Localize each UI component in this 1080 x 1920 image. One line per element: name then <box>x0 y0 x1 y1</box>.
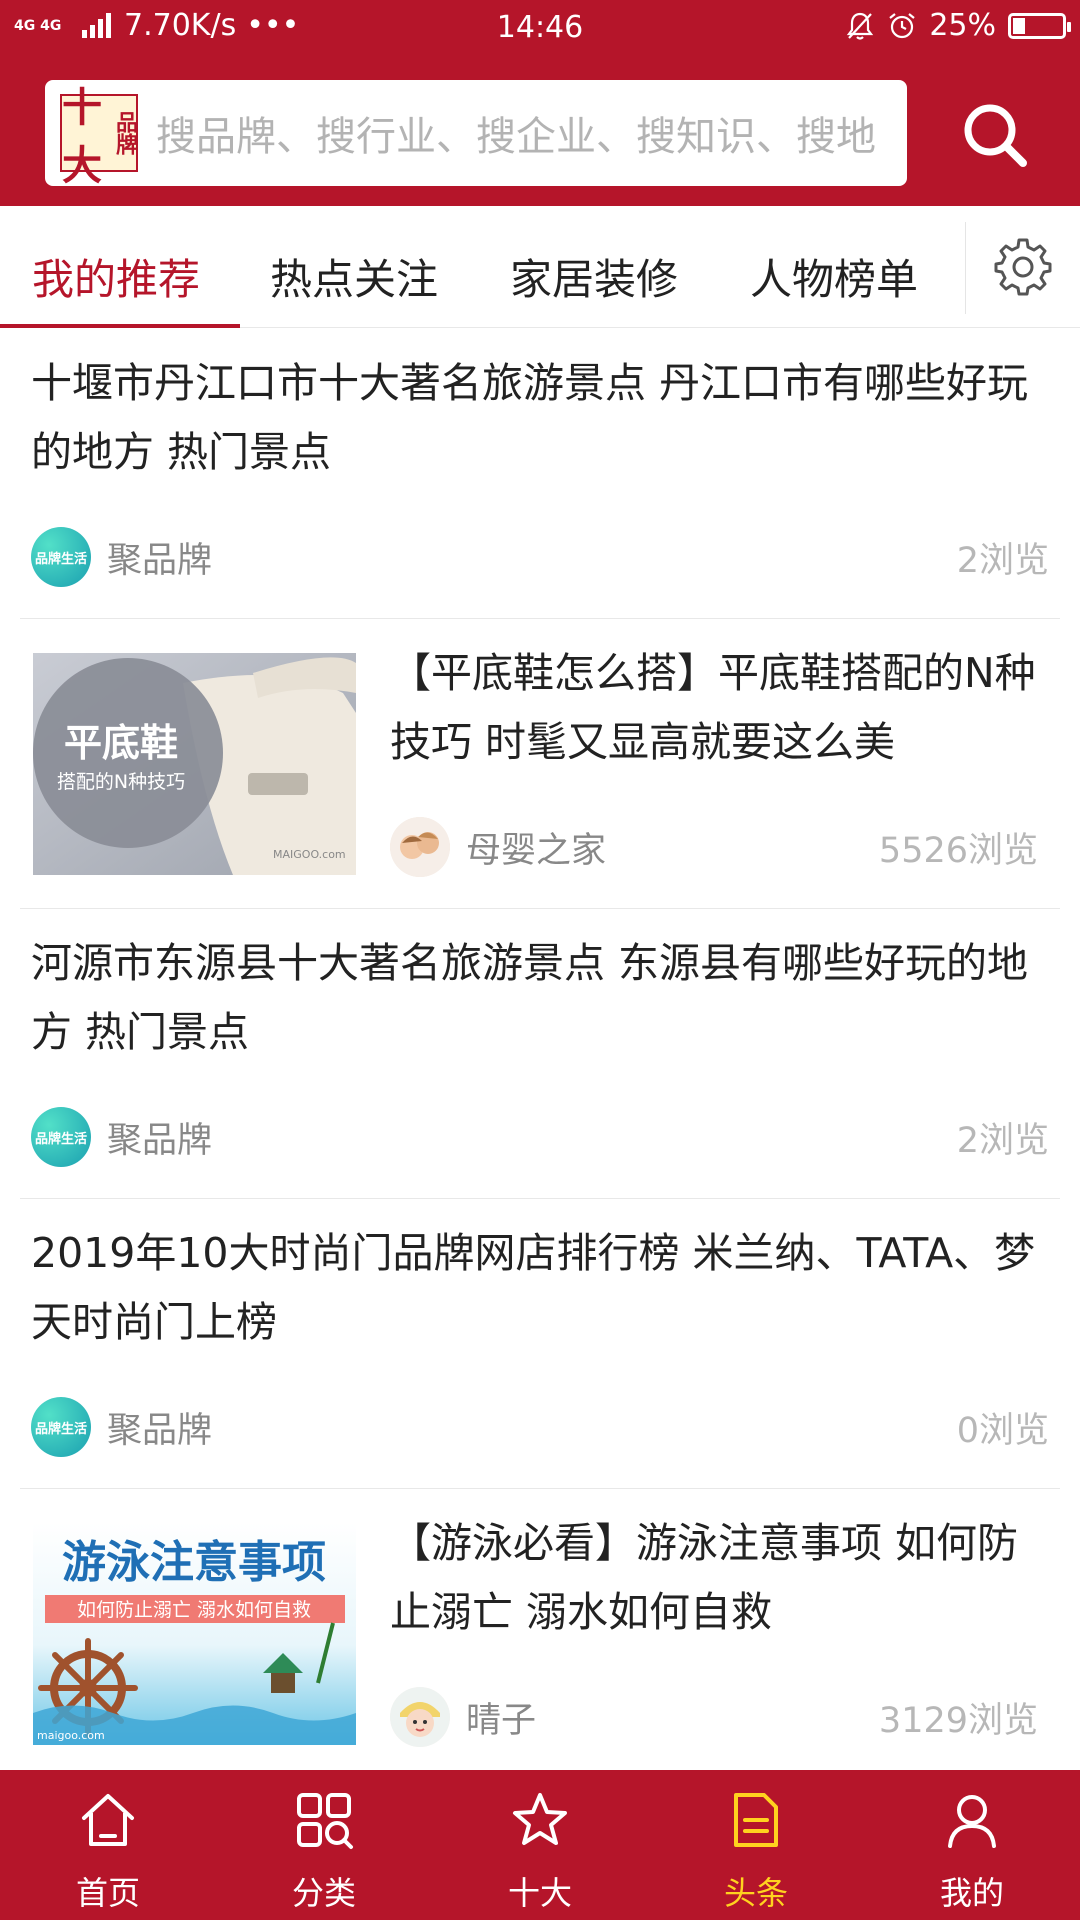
star-icon <box>513 1793 567 1845</box>
feed-item[interactable]: 平底鞋 搭配的N种技巧 MAIGOO.com 【平底鞋怎么搭】平底鞋搭配的N种技… <box>20 619 1060 909</box>
source-name[interactable]: 聚品牌 <box>107 532 212 583</box>
search-icon[interactable] <box>955 95 1035 175</box>
battery-percent: 25% <box>929 8 996 43</box>
news-feed: 十堰市丹江口市十大著名旅游景点 丹江口市有哪些好玩的地方 热门景点 品牌生活 聚… <box>0 329 1080 1779</box>
bottom-navigation: 首页 分类 十大 头条 我的 <box>0 1770 1080 1920</box>
app-header: 4G 4G 7.70K/s ••• 14:46 25% 十大 品牌 搜品牌、搜行… <box>0 0 1080 206</box>
search-bar[interactable]: 十大 品牌 搜品牌、搜行业、搜企业、搜知识、搜地 <box>45 80 907 186</box>
alarm-icon <box>889 12 915 38</box>
logo-sub-text: 品牌 <box>112 111 138 155</box>
nav-profile[interactable]: 我的 <box>864 1770 1080 1920</box>
feed-item-meta: 品牌生活 聚品牌 2浏览 <box>31 1107 1049 1167</box>
active-tab-indicator <box>0 324 240 328</box>
feed-item-title[interactable]: 【平底鞋怎么搭】平底鞋搭配的N种技巧 时髦又显高就要这么美 <box>390 639 1040 777</box>
nav-label: 我的 <box>939 1874 1004 1912</box>
shoe-thumbnail[interactable]: 平底鞋 搭配的N种技巧 MAIGOO.com <box>33 653 356 875</box>
feed-item-meta: 品牌生活 聚品牌 2浏览 <box>31 527 1049 587</box>
mute-bell-icon <box>847 12 874 40</box>
tab-home-decor[interactable]: 家居装修 <box>510 246 678 307</box>
brand-logo: 十大 品牌 <box>60 84 138 186</box>
category-icon <box>297 1793 353 1849</box>
thumb-watermark: MAIGOO.com <box>273 848 346 861</box>
nav-headlines[interactable]: 头条 <box>648 1770 864 1920</box>
thumb-subtitle: 搭配的N种技巧 <box>57 771 185 793</box>
feed-item[interactable]: 游泳注意事项 如何防止溺亡 溺水如何自救 maigoo.com 【游泳必看】游泳… <box>20 1489 1060 1779</box>
search-input[interactable]: 搜品牌、搜行业、搜企业、搜知识、搜地 <box>156 104 896 162</box>
tab-divider <box>965 222 966 314</box>
feed-item[interactable]: 河源市东源县十大著名旅游景点 东源县有哪些好玩的地方 热门景点 品牌生活 聚品牌… <box>20 909 1060 1199</box>
feed-item-title[interactable]: 十堰市丹江口市十大著名旅游景点 丹江口市有哪些好玩的地方 热门景点 <box>31 349 1041 487</box>
nav-home[interactable]: 首页 <box>0 1770 216 1920</box>
home-icon <box>82 1794 134 1846</box>
view-count: 5526浏览 <box>878 830 1038 871</box>
nav-top10[interactable]: 十大 <box>432 1770 648 1920</box>
logo-main-text: 十大 <box>62 84 102 186</box>
thumb-watermark: maigoo.com <box>37 1729 105 1742</box>
feed-item-title[interactable]: 【游泳必看】游泳注意事项 如何防止溺亡 溺水如何自救 <box>390 1509 1040 1647</box>
nav-label: 头条 <box>723 1874 788 1912</box>
tab-my-recommend[interactable]: 我的推荐 <box>32 246 200 307</box>
view-count: 2浏览 <box>956 540 1049 581</box>
feed-item[interactable]: 十堰市丹江口市十大著名旅游景点 丹江口市有哪些好玩的地方 热门景点 品牌生活 聚… <box>20 329 1060 619</box>
source-name[interactable]: 母婴之家 <box>466 822 606 873</box>
thumb-subtitle: 如何防止溺亡 溺水如何自救 <box>77 1599 311 1621</box>
source-avatar[interactable] <box>390 1687 450 1747</box>
feed-item-meta: 母婴之家 5526浏览 <box>390 817 1038 877</box>
source-avatar[interactable]: 品牌生活 <box>31 527 91 587</box>
source-name[interactable]: 聚品牌 <box>107 1402 212 1453</box>
nav-label: 分类 <box>291 1874 356 1912</box>
nav-label: 首页 <box>75 1874 140 1912</box>
swimming-thumbnail[interactable]: 游泳注意事项 如何防止溺亡 溺水如何自救 maigoo.com <box>33 1523 356 1745</box>
source-avatar[interactable] <box>390 817 450 877</box>
profile-icon <box>948 1795 996 1848</box>
view-count: 2浏览 <box>956 1120 1049 1161</box>
nav-label: 十大 <box>507 1874 572 1912</box>
source-name[interactable]: 聚品牌 <box>107 1112 212 1163</box>
view-count: 0浏览 <box>956 1410 1049 1451</box>
feed-item-title[interactable]: 河源市东源县十大著名旅游景点 东源县有哪些好玩的地方 热门景点 <box>31 929 1041 1067</box>
gear-icon[interactable] <box>992 236 1054 298</box>
source-avatar[interactable]: 品牌生活 <box>31 1397 91 1457</box>
status-bar: 4G 4G 7.70K/s ••• 14:46 25% <box>0 0 1080 58</box>
feed-item-title[interactable]: 2019年10大时尚门品牌网店排行榜 米兰纳、TATA、梦天时尚门上榜 <box>31 1219 1041 1357</box>
tab-people-ranking[interactable]: 人物榜单 <box>750 246 918 307</box>
thumb-title: 平底鞋 <box>64 720 178 765</box>
news-icon <box>734 1793 778 1847</box>
feed-item[interactable]: 2019年10大时尚门品牌网店排行榜 米兰纳、TATA、梦天时尚门上榜 品牌生活… <box>20 1199 1060 1489</box>
feed-item-meta: 晴子 3129浏览 <box>390 1687 1038 1747</box>
tab-hot-topics[interactable]: 热点关注 <box>270 246 438 307</box>
category-tabs: 我的推荐 热点关注 家居装修 人物榜单 <box>0 206 1080 328</box>
view-count: 3129浏览 <box>878 1700 1038 1741</box>
source-avatar[interactable]: 品牌生活 <box>31 1107 91 1167</box>
feed-item-meta: 品牌生活 聚品牌 0浏览 <box>31 1397 1049 1457</box>
battery-level <box>1013 17 1025 34</box>
nav-category[interactable]: 分类 <box>216 1770 432 1920</box>
battery-icon <box>1008 12 1071 39</box>
source-name[interactable]: 晴子 <box>466 1692 536 1743</box>
thumb-title: 游泳注意事项 <box>62 1537 326 1588</box>
